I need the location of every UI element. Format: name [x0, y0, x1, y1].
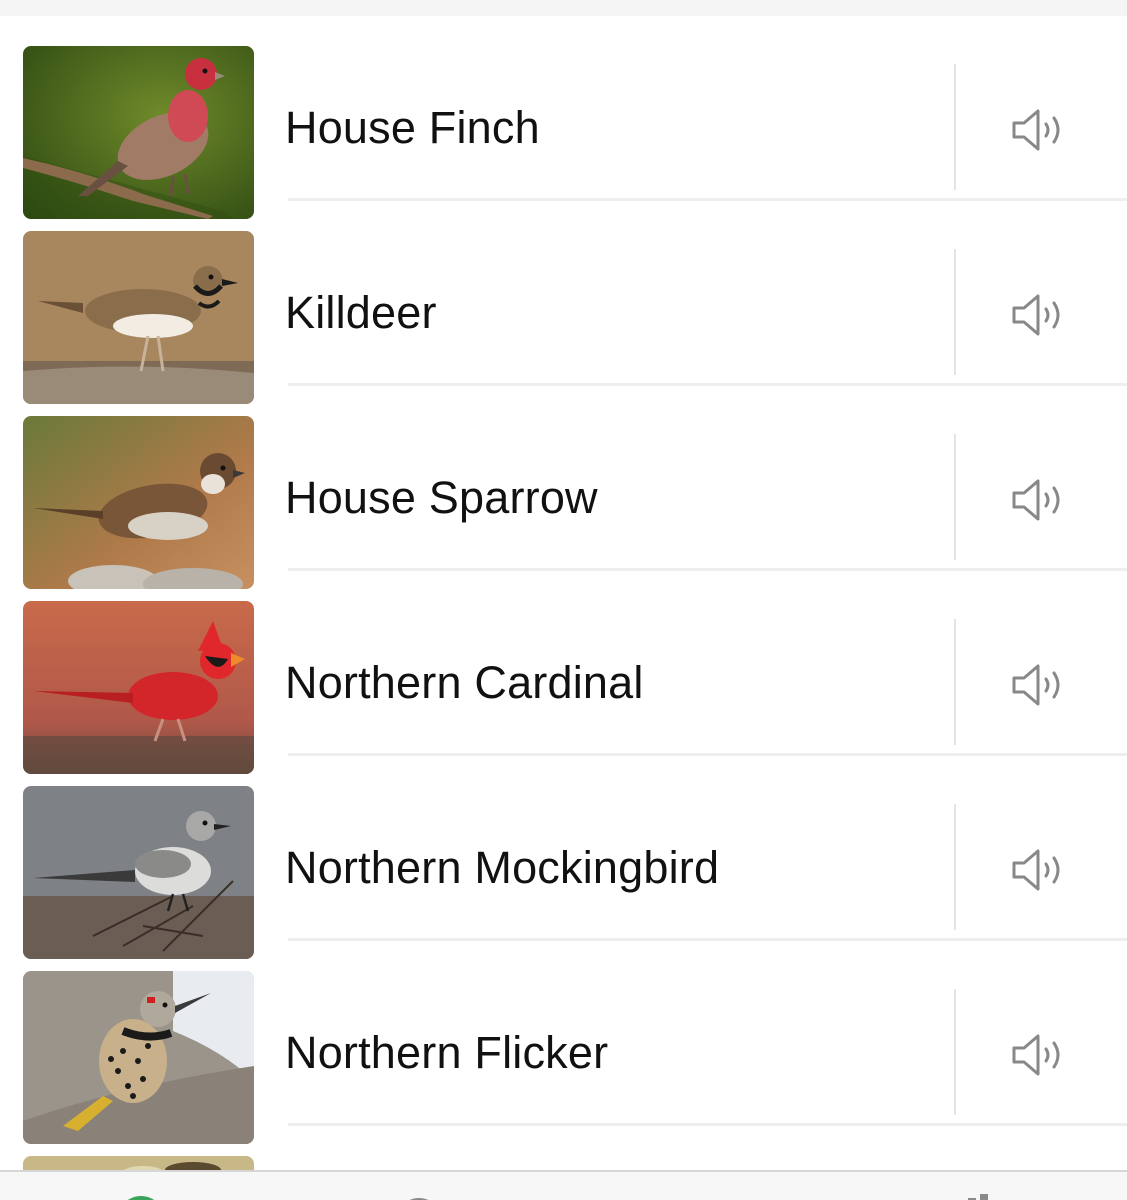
play-sound-button[interactable]	[1004, 842, 1076, 898]
bird-name: Northern Mockingbird	[285, 842, 720, 893]
bird-list: House Finch Killdeer House Sparrow North…	[0, 16, 1127, 1144]
speaker-icon	[1012, 1034, 1060, 1076]
list-item-house-sparrow[interactable]: House Sparrow	[0, 386, 1127, 589]
row-separator	[954, 804, 956, 930]
tab-bar	[0, 1170, 1127, 1200]
play-sound-button[interactable]	[1004, 102, 1076, 158]
speaker-icon	[1012, 109, 1060, 151]
bird-name: House Sparrow	[285, 472, 598, 523]
list-item-house-finch[interactable]: House Finch	[0, 16, 1127, 219]
top-status-strip	[0, 0, 1127, 16]
house-sparrow-photo	[23, 416, 254, 589]
killdeer-photo	[23, 231, 254, 404]
list-item-killdeer[interactable]: Killdeer	[0, 201, 1127, 404]
bird-name: Northern Cardinal	[285, 657, 644, 708]
tab-icon-gray[interactable]	[960, 1194, 1006, 1200]
play-sound-button[interactable]	[1004, 472, 1076, 528]
row-separator	[954, 249, 956, 375]
northern-mockingbird-photo	[23, 786, 254, 959]
bird-name: House Finch	[285, 102, 540, 153]
row-separator	[954, 989, 956, 1115]
speaker-icon	[1012, 664, 1060, 706]
list-item-northern-flicker[interactable]: Northern Flicker	[0, 941, 1127, 1144]
northern-cardinal-photo	[23, 601, 254, 774]
house-finch-photo	[23, 46, 254, 219]
list-item-northern-cardinal[interactable]: Northern Cardinal	[0, 571, 1127, 774]
bird-name: Killdeer	[285, 287, 437, 338]
speaker-icon	[1012, 849, 1060, 891]
bird-name: Northern Flicker	[285, 1027, 609, 1078]
row-separator	[954, 619, 956, 745]
row-separator	[954, 64, 956, 190]
list-item-northern-mockingbird[interactable]: Northern Mockingbird	[0, 756, 1127, 959]
row-separator	[954, 434, 956, 560]
play-sound-button[interactable]	[1004, 1027, 1076, 1083]
play-sound-button[interactable]	[1004, 657, 1076, 713]
row-divider	[288, 1123, 1127, 1126]
speaker-icon	[1012, 479, 1060, 521]
tab-icon-gray-circle[interactable]	[396, 1194, 442, 1200]
tab-icon-green-circle[interactable]	[118, 1194, 164, 1200]
northern-flicker-photo	[23, 971, 254, 1144]
speaker-icon	[1012, 294, 1060, 336]
play-sound-button[interactable]	[1004, 287, 1076, 343]
